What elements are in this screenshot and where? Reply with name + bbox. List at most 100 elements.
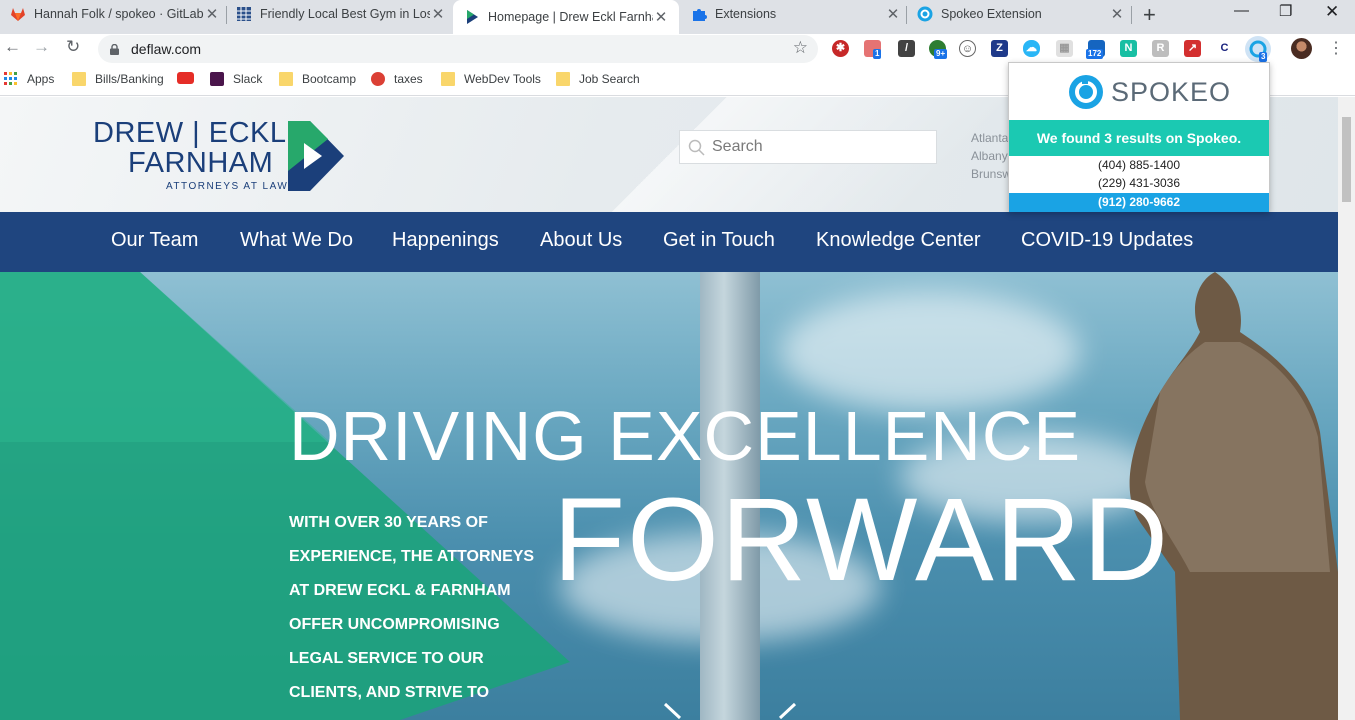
logo-mark-icon[interactable] (288, 121, 346, 191)
tab-spokeo-extension[interactable]: Spokeo Extension ✕ (917, 0, 1125, 27)
bookmark-youtube[interactable] (177, 72, 203, 84)
nav-our-team[interactable]: Our Team (111, 229, 198, 252)
nav-covid-updates[interactable]: COVID-19 Updates (1021, 229, 1193, 252)
extension-c-icon[interactable]: C (1216, 40, 1233, 57)
spokeo-brand: SPOKEO (1111, 77, 1232, 107)
tab-title: Hannah Folk / spokeo · GitLab (34, 6, 204, 21)
phone-result[interactable]: (404) 885-1400 (1009, 158, 1269, 172)
tab-gym[interactable]: Friendly Local Best Gym in Los ✕ (236, 0, 446, 27)
drew-eckl-icon (464, 9, 480, 25)
extension-face-icon[interactable]: ☺ (959, 40, 976, 57)
bookmark-label: Apps (27, 72, 55, 86)
extension-gray-icon[interactable]: R (1152, 40, 1169, 57)
bookmark-job-search[interactable]: Job Search (556, 72, 640, 86)
tab-divider (1131, 6, 1132, 24)
apps-grid-icon (4, 72, 18, 86)
new-tab-button[interactable]: + (1143, 2, 1156, 28)
tab-strip: Hannah Folk / spokeo · GitLab ✕ Friendly… (0, 0, 1355, 34)
back-arrow-icon[interactable]: ← (4, 37, 21, 57)
extension-green-icon[interactable]: 9+ (929, 40, 948, 59)
tab-extensions[interactable]: Extensions ✕ (691, 0, 901, 27)
maximize-icon[interactable]: ❐ (1279, 2, 1292, 20)
spokeo-popup: SPOKEO We found 3 results on Spokeo. (40… (1008, 62, 1270, 212)
hero-banner: DRIVING EXCELLENCE FORWARD WITH OVER 30 … (0, 272, 1338, 720)
profile-avatar[interactable] (1291, 38, 1312, 59)
extension-virus-icon[interactable]: ✱ (832, 40, 849, 57)
tab-title: Extensions (715, 6, 777, 21)
bookmark-taxes[interactable]: taxes (371, 72, 423, 86)
scroll-down-chevron-icon[interactable] (660, 702, 800, 720)
page-scrollbar[interactable] (1338, 97, 1355, 720)
extension-spokeo-icon[interactable]: 3 (1245, 36, 1271, 62)
reload-icon[interactable]: ↻ (66, 37, 80, 57)
extension-badge: 3 (1259, 52, 1268, 62)
minimize-icon[interactable]: — (1234, 2, 1249, 19)
tab-drew-eckl[interactable]: Homepage | Drew Eckl Farnhar ✕ (453, 0, 679, 34)
folder-icon (556, 72, 570, 86)
tab-title: Friendly Local Best Gym in Los (260, 6, 430, 21)
bookmark-apps[interactable]: Apps (4, 72, 54, 86)
logo-line-2[interactable]: FARNHAM (128, 147, 273, 180)
bookmark-label: WebDev Tools (464, 72, 541, 86)
close-tab-icon[interactable]: ✕ (885, 5, 901, 23)
spokeo-results-banner: We found 3 results on Spokeo. (1009, 120, 1269, 156)
close-tab-icon[interactable]: ✕ (430, 5, 446, 23)
close-tab-icon[interactable]: ✕ (653, 8, 669, 26)
phone-result[interactable]: (229) 431-3036 (1009, 176, 1269, 190)
nav-knowledge-center[interactable]: Knowledge Center (816, 229, 981, 252)
extension-arrow-icon[interactable]: ↗ (1184, 40, 1201, 57)
extension-grid-icon[interactable]: ▦ (1056, 40, 1073, 57)
lock-icon (110, 42, 119, 55)
extension-calendar-icon[interactable]: 172 (1086, 40, 1105, 59)
forward-arrow-icon[interactable]: → (33, 37, 50, 57)
menu-kebab-icon[interactable]: ⋮ (1328, 38, 1344, 58)
nav-get-in-touch[interactable]: Get in Touch (663, 229, 775, 252)
bookmark-webdev-tools[interactable]: WebDev Tools (441, 72, 541, 86)
search-icon (688, 139, 705, 156)
bookmark-bootcamp[interactable]: Bootcamp (279, 72, 356, 86)
hero-cloud (780, 292, 1080, 412)
extension-badge: 9+ (934, 49, 948, 59)
address-bar[interactable]: deflaw.com ☆ (98, 35, 818, 63)
tab-divider (226, 6, 227, 24)
bookmark-label: Bootcamp (302, 72, 357, 86)
office-city[interactable]: Brunsw (971, 167, 1011, 181)
site-search[interactable] (679, 130, 937, 164)
nav-about-us[interactable]: About Us (540, 229, 622, 252)
office-city[interactable]: Atlanta (971, 131, 1008, 145)
phone-result-highlighted[interactable]: (912) 280-9662 (1009, 193, 1269, 212)
extension-eyedropper-icon[interactable]: / (898, 40, 915, 57)
scrollbar-thumb[interactable] (1342, 117, 1351, 202)
browser-toolbar: ← → ↻ deflaw.com ☆ ✱ 1 / 9+ ☺ Z ☁ ▦ 172 … (0, 34, 1355, 64)
extension-z-icon[interactable]: Z (991, 40, 1008, 57)
bookmark-label: Slack (233, 72, 263, 86)
close-tab-icon[interactable]: ✕ (1109, 5, 1125, 23)
hero-title: DRIVING EXCELLENCE (289, 397, 1082, 475)
close-window-icon[interactable]: ✕ (1325, 2, 1339, 22)
extension-n-icon[interactable]: N (1120, 40, 1137, 57)
office-city[interactable]: Albany (971, 149, 1008, 163)
gitlab-icon (10, 6, 26, 22)
bookmark-label: taxes (394, 72, 423, 86)
extension-puzzle-icon[interactable]: 1 (864, 40, 882, 59)
bookmark-slack[interactable]: Slack (210, 72, 262, 86)
tab-title: Spokeo Extension (941, 6, 1042, 21)
tab-gitlab[interactable]: Hannah Folk / spokeo · GitLab ✕ (10, 0, 220, 27)
youtube-icon (177, 72, 194, 84)
search-input[interactable] (712, 137, 927, 157)
close-tab-icon[interactable]: ✕ (204, 5, 220, 23)
extension-badge: 1 (873, 49, 882, 59)
hero-title-forward: FORWARD (553, 474, 1171, 606)
hero-description: WITH OVER 30 YEARS OF EXPERIENCE, THE AT… (289, 514, 535, 720)
spokeo-logo-icon (1069, 75, 1103, 109)
spreadsheet-icon (236, 6, 252, 22)
extension-badge: 172 (1086, 49, 1104, 59)
logo-line-1[interactable]: DREW | ECKL (93, 117, 287, 150)
logo-tagline: ATTORNEYS AT LAW (166, 181, 289, 192)
bookmark-bills-banking[interactable]: Bills/Banking (72, 72, 164, 86)
bookmark-star-icon[interactable]: ☆ (793, 38, 808, 58)
folder-icon (72, 72, 86, 86)
nav-happenings[interactable]: Happenings (392, 229, 499, 252)
extension-cloud-icon[interactable]: ☁ (1023, 40, 1040, 57)
nav-what-we-do[interactable]: What We Do (240, 229, 353, 252)
